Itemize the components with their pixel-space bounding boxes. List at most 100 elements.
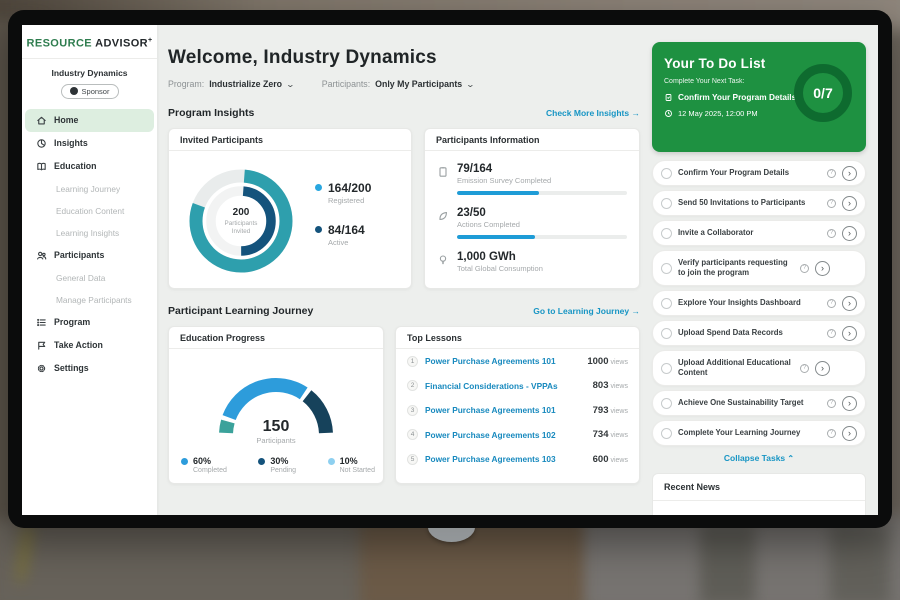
chevron-right-icon[interactable] xyxy=(815,361,830,376)
task-checkbox[interactable] xyxy=(661,298,672,309)
lesson-link[interactable]: Power Purchase Agreements 103 xyxy=(425,454,586,464)
lesson-link[interactable]: Power Purchase Agreements 102 xyxy=(425,430,586,440)
sidebar-item-manage-participants[interactable]: Manage Participants xyxy=(22,289,157,311)
info-icon[interactable] xyxy=(800,364,809,373)
chevron-down-icon: ⌄ xyxy=(286,80,295,89)
metric-label: Emission Survey Completed xyxy=(457,176,627,185)
lesson-rank: 5 xyxy=(407,454,418,465)
logo-primary: RESOURCE xyxy=(26,38,92,50)
sidebar-item-settings[interactable]: Settings xyxy=(22,357,157,380)
info-icon[interactable] xyxy=(827,299,836,308)
chevron-right-icon[interactable] xyxy=(842,166,857,181)
collapse-tasks-link[interactable]: Collapse Tasks xyxy=(652,453,866,463)
task-row[interactable]: Verify participants requesting to join t… xyxy=(652,250,866,286)
info-icon[interactable] xyxy=(827,429,836,438)
lesson-link[interactable]: Financial Considerations - VPPAs xyxy=(425,381,586,391)
lesson-link[interactable]: Power Purchase Agreements 101 xyxy=(425,405,586,415)
section-title: Program Insights xyxy=(168,107,254,119)
task-row[interactable]: Explore Your Insights Dashboard xyxy=(652,290,866,316)
sidebar-item-general-data[interactable]: General Data xyxy=(22,267,157,289)
task-checkbox[interactable] xyxy=(661,363,672,374)
task-row[interactable]: Invite a Collaborator xyxy=(652,220,866,246)
top-lessons-card: Top Lessons 1 Power Purchase Agreements … xyxy=(395,326,640,484)
sponsor-badge: Sponsor xyxy=(61,84,119,99)
participants-label: Participants: xyxy=(322,79,370,89)
sidebar-item-learning-journey[interactable]: Learning Journey xyxy=(22,178,157,200)
clipboard-check-icon xyxy=(664,93,673,102)
donut-legend: 164/200 Registered 84/164 Active xyxy=(315,181,371,247)
chevron-right-icon[interactable] xyxy=(842,326,857,341)
invited-participants-card: Invited Participants 200 Participants In… xyxy=(168,128,412,289)
chevron-right-icon[interactable] xyxy=(842,226,857,241)
task-row[interactable]: Complete Your Learning Journey xyxy=(652,420,866,446)
metric-label: Total Global Consumption xyxy=(457,264,627,273)
info-icon[interactable] xyxy=(827,399,836,408)
check-more-insights-link[interactable]: Check More Insights xyxy=(546,108,640,118)
views-suffix: views xyxy=(610,432,628,439)
chevron-right-icon[interactable] xyxy=(842,396,857,411)
program-value: Industrialize Zero xyxy=(209,79,282,89)
sidebar-nav: Home Insights Education Learning Journey… xyxy=(22,109,157,380)
background-desk-left xyxy=(0,520,410,600)
card-title: Invited Participants xyxy=(169,129,411,151)
consumption-row: 1,000 GWh Total Global Consumption xyxy=(425,251,639,273)
sidebar-item-program[interactable]: Program xyxy=(22,311,157,334)
legend-label: Pending xyxy=(270,467,296,474)
task-checkbox[interactable] xyxy=(661,168,672,179)
lesson-views: 1000 xyxy=(587,356,608,367)
views-suffix: views xyxy=(610,408,628,415)
task-checkbox[interactable] xyxy=(661,428,672,439)
info-icon[interactable] xyxy=(800,264,809,273)
todo-due-label: 12 May 2025, 12:00 PM xyxy=(678,109,758,118)
legend-item-not-started: 10% Not Started xyxy=(328,456,375,474)
task-label: Confirm Your Program Details xyxy=(678,168,821,178)
info-icon[interactable] xyxy=(827,199,836,208)
sidebar-item-insights[interactable]: Insights xyxy=(22,132,157,155)
gauge-center-label: 150 Participants xyxy=(206,418,346,445)
legend-item-active: 84/164 Active xyxy=(315,223,371,247)
task-row[interactable]: Send 50 Invitations to Participants xyxy=(652,190,866,216)
info-icon[interactable] xyxy=(827,329,836,338)
task-checkbox[interactable] xyxy=(661,198,672,209)
todo-next-task-label: Confirm Your Program Details xyxy=(678,92,796,102)
go-to-learning-journey-link[interactable]: Go to Learning Journey xyxy=(533,306,640,316)
task-label: Explore Your Insights Dashboard xyxy=(678,298,821,308)
lesson-rank: 4 xyxy=(407,429,418,440)
donut-center-value: 200 xyxy=(233,207,250,218)
sidebar-item-participants[interactable]: Participants xyxy=(22,244,157,267)
chevron-down-icon: ⌄ xyxy=(466,80,475,89)
sidebar-item-take-action[interactable]: Take Action xyxy=(22,334,157,357)
program-dropdown[interactable]: Program: Industrialize Zero ⌄ xyxy=(168,79,294,89)
task-row[interactable]: Confirm Your Program Details xyxy=(652,160,866,186)
task-label: Achieve One Sustainability Target xyxy=(678,398,821,408)
people-icon xyxy=(36,250,47,261)
chevron-right-icon[interactable] xyxy=(842,426,857,441)
participants-dropdown[interactable]: Participants: Only My Participants ⌄ xyxy=(322,79,474,89)
lesson-views: 803 xyxy=(593,380,609,391)
info-icon[interactable] xyxy=(827,229,836,238)
task-row[interactable]: Achieve One Sustainability Target xyxy=(652,390,866,416)
legend-dot xyxy=(315,184,322,191)
chevron-right-icon[interactable] xyxy=(842,196,857,211)
sidebar-item-education[interactable]: Education xyxy=(22,155,157,178)
sidebar-item-education-content[interactable]: Education Content xyxy=(22,200,157,222)
metric-value: 79/164 xyxy=(457,163,627,175)
task-checkbox[interactable] xyxy=(661,328,672,339)
chevron-right-icon[interactable] xyxy=(842,296,857,311)
lesson-row: 3 Power Purchase Agreements 101 793views xyxy=(396,398,639,423)
participants-information-card: Participants Information 79/164 Emission… xyxy=(424,128,640,289)
task-row[interactable]: Upload Additional Educational Content xyxy=(652,350,866,386)
task-row[interactable]: Upload Spend Data Records xyxy=(652,320,866,346)
task-checkbox[interactable] xyxy=(661,228,672,239)
sidebar-item-learning-insights[interactable]: Learning Insights xyxy=(22,222,157,244)
sidebar-item-home[interactable]: Home xyxy=(25,109,154,132)
todo-task-list: Confirm Your Program Details Send 50 Inv… xyxy=(652,160,866,446)
todo-hero-panel: Your To Do List Complete Your Next Task:… xyxy=(652,42,866,152)
lesson-link[interactable]: Power Purchase Agreements 101 xyxy=(425,356,580,366)
task-checkbox[interactable] xyxy=(661,398,672,409)
views-suffix: views xyxy=(610,359,628,366)
task-checkbox[interactable] xyxy=(661,263,672,274)
lightbulb-icon xyxy=(437,254,449,266)
chevron-right-icon[interactable] xyxy=(815,261,830,276)
info-icon[interactable] xyxy=(827,169,836,178)
